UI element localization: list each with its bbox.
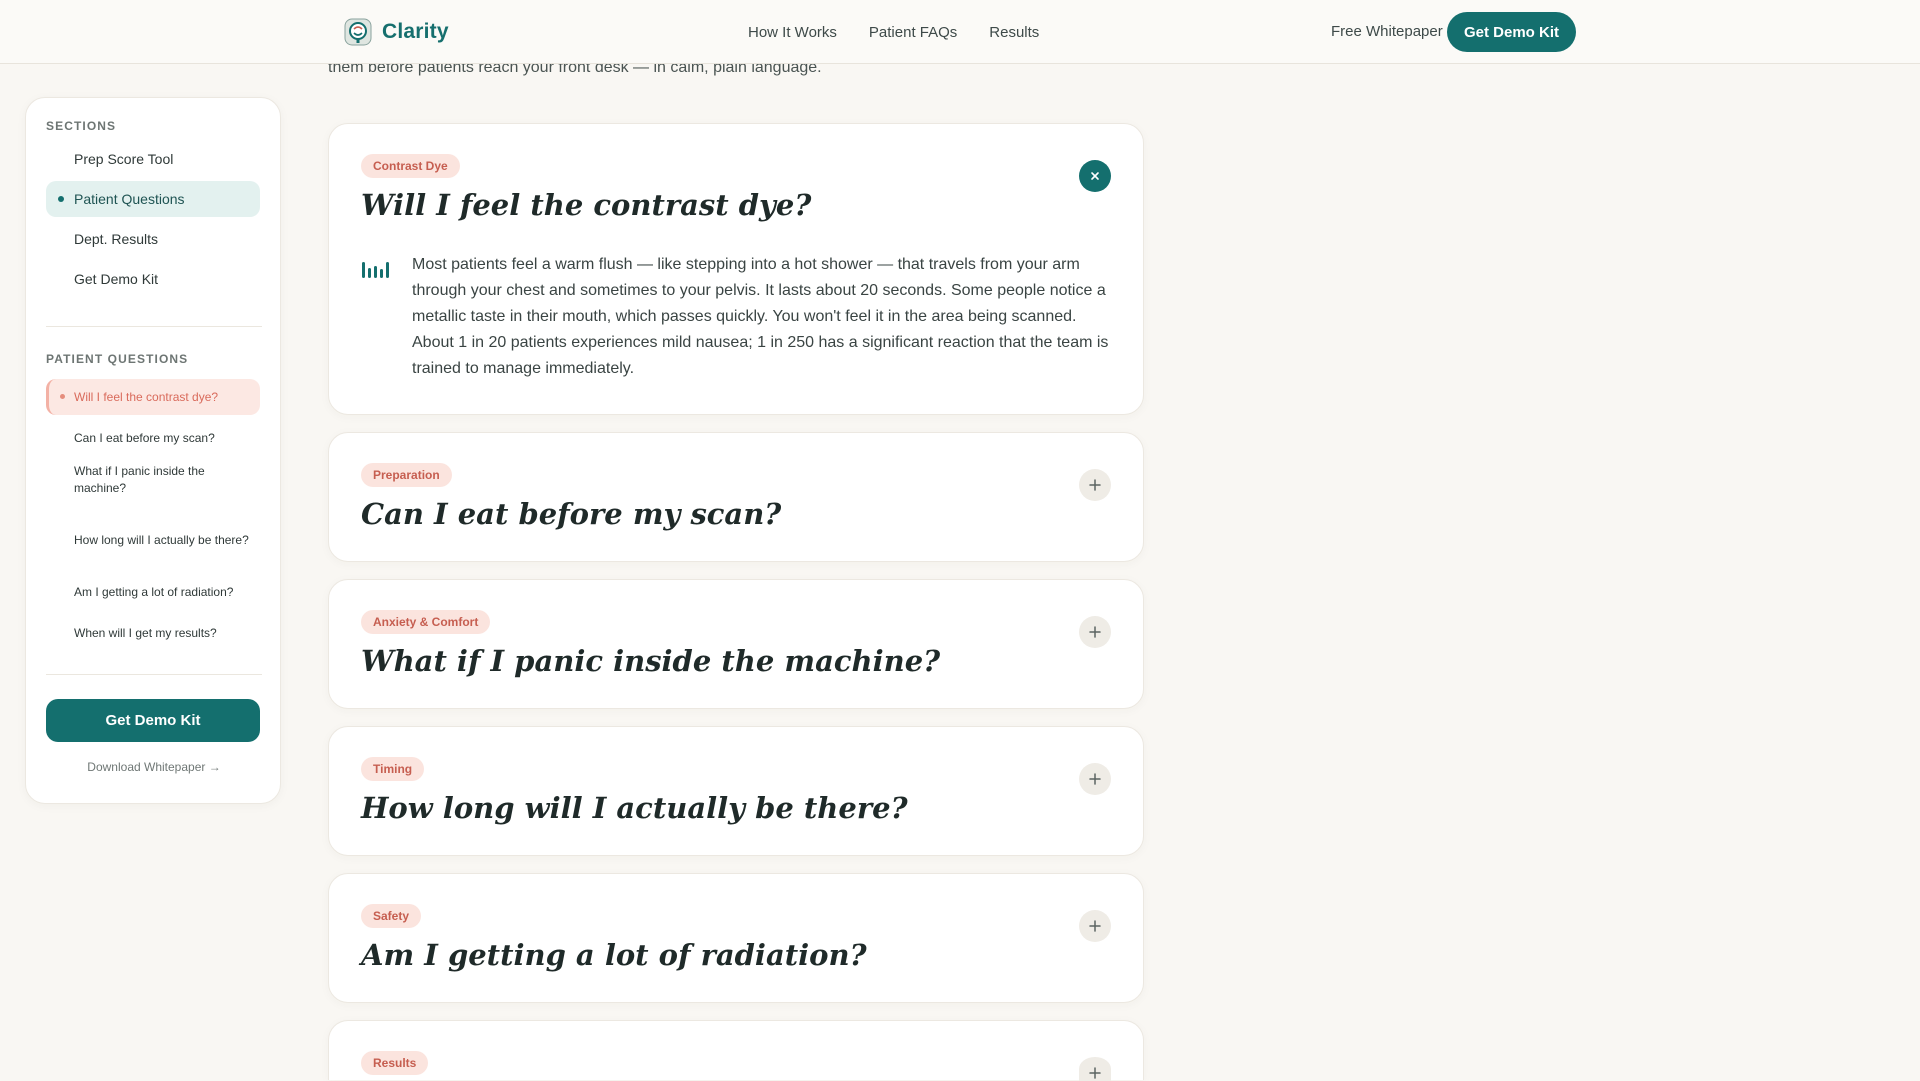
faq-question[interactable]: Can I eat before my scan? xyxy=(361,497,781,531)
sidebar-divider xyxy=(46,326,262,327)
question-link-label: When will I get my results? xyxy=(74,625,217,640)
sidebar: SECTIONS Prep Score Tool Patient Questio… xyxy=(25,97,281,804)
collapse-toggle-button[interactable] xyxy=(1079,160,1111,192)
question-link-label: Will I feel the contrast dye? xyxy=(74,389,219,404)
question-link-label: Can I eat before my scan? xyxy=(74,430,215,445)
active-indicator-dot xyxy=(58,196,64,202)
sidebar-item-dept-results[interactable]: Dept. Results xyxy=(46,221,260,257)
expand-toggle-button[interactable] xyxy=(1079,469,1111,501)
top-navigation-bar: Clarity How It Works Patient FAQs Result… xyxy=(0,0,1920,64)
plus-icon xyxy=(1089,479,1101,491)
faq-question[interactable]: How long will I actually be there? xyxy=(361,791,908,825)
faq-question[interactable]: Will I feel the contrast dye? xyxy=(361,188,811,222)
sound-wave-icon xyxy=(362,262,389,278)
free-whitepaper-link[interactable]: Free Whitepaper xyxy=(1331,23,1443,40)
sidebar-item-label: Get Demo Kit xyxy=(74,271,159,287)
faq-card-eat-before-scan[interactable]: Preparation Can I eat before my scan? xyxy=(328,432,1144,562)
scanner-logo-icon xyxy=(344,18,372,46)
faq-category-tag: Anxiety & Comfort xyxy=(361,610,491,634)
question-link-results[interactable]: When will I get my results? xyxy=(46,615,260,651)
sidebar-item-patient-questions[interactable]: Patient Questions xyxy=(46,181,260,217)
plus-icon xyxy=(1089,773,1101,785)
question-link-label: How long will I actually be there? xyxy=(74,532,249,547)
sidebar-divider xyxy=(46,674,262,675)
sidebar-item-label: Dept. Results xyxy=(74,231,159,247)
sidebar-item-prep-score-tool[interactable]: Prep Score Tool xyxy=(46,141,260,177)
faq-card-how-long[interactable]: Timing How long will I actually be there… xyxy=(328,726,1144,856)
get-demo-kit-button[interactable]: Get Demo Kit xyxy=(1447,12,1576,52)
expand-toggle-button[interactable] xyxy=(1079,1057,1111,1081)
expand-toggle-button[interactable] xyxy=(1079,910,1111,942)
faq-card-panic-machine[interactable]: Anxiety & Comfort What if I panic inside… xyxy=(328,579,1144,709)
sidebar-item-get-demo-kit[interactable]: Get Demo Kit xyxy=(46,261,260,297)
close-icon xyxy=(1091,172,1099,180)
question-link-eat-before-scan[interactable]: Can I eat before my scan? xyxy=(46,420,260,456)
faq-question[interactable]: What if I panic inside the machine? xyxy=(361,644,940,678)
nav-results[interactable]: Results xyxy=(989,24,1039,41)
faq-category-tag: Timing xyxy=(361,757,425,781)
faq-answer: Most patients feel a warm flush — like s… xyxy=(412,256,1109,377)
faq-category-tag: Results xyxy=(361,1051,429,1075)
plus-icon xyxy=(1089,1067,1101,1079)
expand-toggle-button[interactable] xyxy=(1079,616,1111,648)
sections-heading: SECTIONS xyxy=(46,119,117,133)
nav-patient-faqs[interactable]: Patient FAQs xyxy=(869,24,957,41)
plus-icon xyxy=(1089,626,1101,638)
sidebar-get-demo-kit-button[interactable]: Get Demo Kit xyxy=(46,699,260,742)
brand[interactable]: Clarity xyxy=(344,18,449,46)
faq-card-results[interactable]: Results xyxy=(328,1020,1144,1081)
sidebar-item-label: Prep Score Tool xyxy=(74,151,174,167)
faq-category-tag: Safety xyxy=(361,904,422,928)
faq-category-tag: Preparation xyxy=(361,463,452,487)
main-nav: How It Works Patient FAQs Results xyxy=(748,0,1039,64)
patient-questions-heading: PATIENT QUESTIONS xyxy=(46,352,189,366)
question-link-label: What if I panic inside the machine? xyxy=(74,464,205,495)
brand-name: Clarity xyxy=(382,20,449,43)
question-link-label: Am I getting a lot of radiation? xyxy=(74,584,234,599)
expand-toggle-button[interactable] xyxy=(1079,763,1111,795)
question-link-panic-machine[interactable]: What if I panic inside the machine? xyxy=(46,460,260,500)
faq-card-contrast-dye: Contrast Dye Will I feel the contrast dy… xyxy=(328,123,1144,415)
faq-question[interactable]: Am I getting a lot of radiation? xyxy=(361,938,867,972)
sidebar-item-label: Patient Questions xyxy=(74,191,185,207)
question-link-contrast-dye[interactable]: Will I feel the contrast dye? xyxy=(46,379,260,415)
question-link-how-long[interactable]: How long will I actually be there? xyxy=(46,520,260,560)
faq-card-radiation[interactable]: Safety Am I getting a lot of radiation? xyxy=(328,873,1144,1003)
download-whitepaper-link[interactable]: Download Whitepaper → xyxy=(26,760,282,774)
faq-category-tag: Contrast Dye xyxy=(361,154,460,178)
active-indicator-dot xyxy=(60,394,65,399)
nav-how-it-works[interactable]: How It Works xyxy=(748,24,837,41)
question-link-radiation[interactable]: Am I getting a lot of radiation? xyxy=(46,574,260,610)
plus-icon xyxy=(1089,920,1101,932)
